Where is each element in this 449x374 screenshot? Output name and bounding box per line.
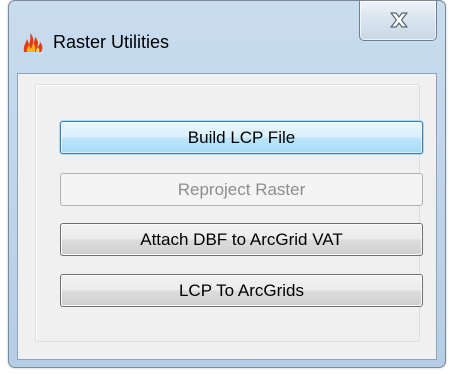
close-icon <box>390 12 408 28</box>
reproject-raster-button[interactable]: Reproject Raster <box>60 173 423 206</box>
utilities-group: Build LCP File Reproject Raster Attach D… <box>35 84 423 342</box>
raster-utilities-window: Raster Utilities Build LCP File Reprojec… <box>8 0 446 368</box>
build-lcp-file-button[interactable]: Build LCP File <box>60 121 423 154</box>
dialog-client-area: Build LCP File Reproject Raster Attach D… <box>17 73 437 360</box>
title-bar[interactable]: Raster Utilities <box>9 1 445 73</box>
close-button[interactable] <box>359 1 437 41</box>
flame-icon <box>22 31 44 53</box>
attach-dbf-to-arcgrid-vat-button[interactable]: Attach DBF to ArcGrid VAT <box>60 223 423 256</box>
window-title: Raster Utilities <box>53 32 170 52</box>
lcp-to-arcgrids-button[interactable]: LCP To ArcGrids <box>60 274 423 307</box>
